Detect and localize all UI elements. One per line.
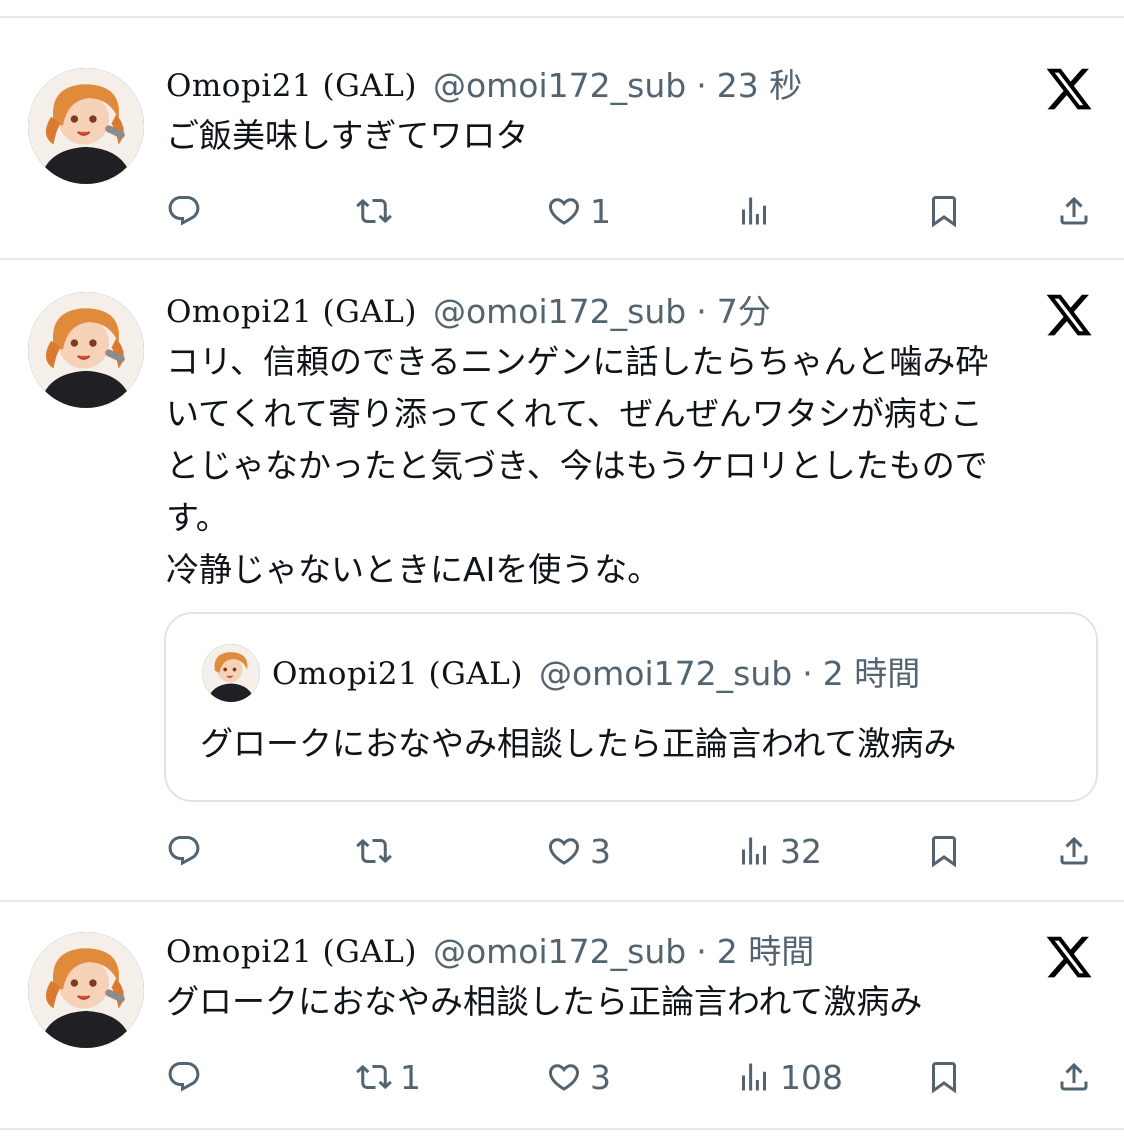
retweet-button[interactable]: 1 [356, 1052, 421, 1102]
reply-button[interactable] [166, 1052, 210, 1102]
retweet-icon [356, 1059, 392, 1095]
retweet-count: 1 [400, 1057, 421, 1097]
share-icon [1056, 1059, 1092, 1095]
bottom-divider [0, 1128, 1124, 1130]
like-button[interactable]: 3 [546, 1052, 611, 1102]
separator-dot: · [696, 932, 707, 971]
user-handle[interactable]: @omoi172_sub [433, 932, 686, 972]
bookmark-icon [926, 1059, 962, 1095]
view-count: 108 [780, 1057, 843, 1097]
tweet-3[interactable]: Omopi21 (GAL) @omoi172_sub · 2 時間 グロークにお… [0, 0, 1124, 1130]
heart-icon [546, 1059, 582, 1095]
timestamp[interactable]: 2 時間 [717, 932, 815, 972]
display-name[interactable]: Omopi21 (GAL) [166, 932, 417, 972]
views-icon [736, 1059, 772, 1095]
x-logo-icon [1044, 932, 1094, 982]
bookmark-button[interactable] [926, 1052, 962, 1102]
avatar-image [28, 932, 144, 1048]
like-count: 3 [590, 1057, 611, 1097]
tweet-text: グロークにおなやみ相談したら正論言われて激病み [166, 982, 923, 1021]
share-button[interactable] [1056, 1052, 1092, 1102]
avatar[interactable] [28, 932, 144, 1048]
reply-icon [166, 1059, 202, 1095]
tweet-header: Omopi21 (GAL) @omoi172_sub · 2 時間 [166, 932, 814, 972]
views-button[interactable]: 108 [736, 1052, 843, 1102]
action-bar: 1 3 108 [0, 1052, 1124, 1102]
